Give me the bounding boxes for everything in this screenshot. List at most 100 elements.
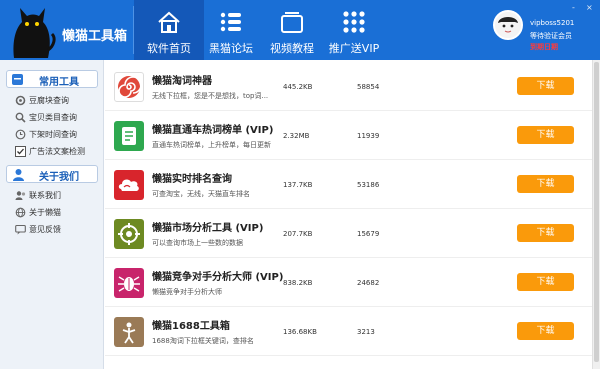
tool-tile[interactable] bbox=[114, 121, 144, 151]
username: vipboss5201 bbox=[530, 19, 575, 27]
section-title: 常用工具 bbox=[39, 77, 79, 88]
sidebar-item-label: 广告法文案检测 bbox=[29, 147, 85, 156]
expiry-link[interactable]: 到期日期 bbox=[530, 42, 558, 52]
globe-icon bbox=[15, 207, 26, 218]
tool-row: 懒猫实时排名查询 可查淘宝，无线，天猫直车排名 137.7KB 53186 下载 bbox=[105, 160, 592, 209]
tool-name[interactable]: 懒猫实时排名查询 bbox=[152, 170, 232, 185]
sidebar-item-tofu-query[interactable]: 豆腐块查询 bbox=[15, 95, 69, 109]
gear-icon bbox=[15, 95, 26, 106]
download-button[interactable]: 下载 bbox=[517, 322, 574, 340]
tool-name[interactable]: 懒猫淘词神器 bbox=[152, 72, 212, 87]
home-icon bbox=[158, 11, 180, 33]
tool-size: 838.2KB bbox=[283, 279, 313, 287]
nav-video[interactable]: 视频教程 bbox=[257, 0, 327, 60]
download-button[interactable]: 下载 bbox=[517, 126, 574, 144]
tool-download-count: 15679 bbox=[357, 230, 380, 238]
spiral-icon bbox=[118, 76, 142, 98]
nav-video-label: 视频教程 bbox=[270, 42, 314, 55]
minimize-button[interactable]: - bbox=[572, 3, 575, 12]
cat-logo-icon bbox=[13, 8, 56, 58]
sidebar-item-ad-law-check[interactable]: 广告法文案检测 bbox=[15, 146, 85, 160]
tool-description: 无线下拉框，您是不是想找，top词... bbox=[152, 92, 269, 100]
tool-name[interactable]: 懒猫直通车热词榜单 (VIP) bbox=[152, 121, 273, 136]
video-icon bbox=[281, 12, 303, 33]
tool-description: 懒猫竞争对手分析大师 bbox=[152, 288, 222, 296]
tools-icon bbox=[12, 74, 23, 85]
tool-download-count: 3213 bbox=[357, 328, 375, 336]
scrollbar[interactable] bbox=[592, 60, 600, 369]
tool-tile[interactable] bbox=[114, 170, 144, 200]
avatar-icon bbox=[495, 12, 521, 38]
top-bar: 懒猫工具箱 软件首页 黑猫论坛 视频教程 推广送VIP vipboss5201 … bbox=[0, 0, 600, 60]
figure-icon bbox=[122, 322, 136, 344]
sidebar-item-label: 关于懒猫 bbox=[29, 208, 61, 217]
scroll-icon bbox=[122, 127, 136, 145]
section-about-us[interactable]: 关于我们 bbox=[6, 165, 98, 183]
clock-icon bbox=[15, 129, 26, 140]
tool-description: 直通车热词榜单，上升榜单，每日更新 bbox=[152, 141, 271, 149]
tool-download-count: 11939 bbox=[357, 132, 380, 140]
nav-promo-vip[interactable]: 推广送VIP bbox=[319, 0, 389, 60]
nav-promo-vip-label: 推广送VIP bbox=[328, 42, 380, 55]
tool-download-count: 53186 bbox=[357, 181, 380, 189]
sidebar-item-label: 意见反馈 bbox=[29, 225, 61, 234]
sidebar-item-label: 宝贝类目查询 bbox=[29, 113, 77, 122]
sidebar-item-label: 豆腐块查询 bbox=[29, 96, 69, 105]
tool-row: 懒猫直通车热词榜单 (VIP) 直通车热词榜单，上升榜单，每日更新 2.32MB… bbox=[105, 111, 592, 160]
tool-description: 可查淘宝，无线，天猫直车排名 bbox=[152, 190, 250, 198]
scrollbar-thumb[interactable] bbox=[594, 62, 599, 362]
close-button[interactable]: × bbox=[586, 3, 593, 12]
tool-size: 2.32MB bbox=[283, 132, 310, 140]
tool-size: 207.7KB bbox=[283, 230, 313, 238]
sidebar-item-label: 下架时间查询 bbox=[29, 130, 77, 139]
tool-tile[interactable] bbox=[114, 72, 144, 102]
tool-tile[interactable] bbox=[114, 219, 144, 249]
target-icon bbox=[118, 223, 140, 245]
tool-name[interactable]: 懒猫1688工具箱 bbox=[152, 317, 230, 332]
tool-name[interactable]: 懒猫竞争对手分析大师 (VIP) bbox=[152, 268, 283, 283]
sidebar-item-category-query[interactable]: 宝贝类目查询 bbox=[15, 112, 77, 126]
forum-icon bbox=[220, 12, 241, 32]
search-icon bbox=[15, 112, 26, 123]
user-avatar[interactable] bbox=[493, 10, 523, 40]
app-title: 懒猫工具箱 bbox=[62, 29, 128, 44]
sidebar-item-feedback[interactable]: 意见反馈 bbox=[15, 224, 61, 238]
tool-row: 懒猫竞争对手分析大师 (VIP) 懒猫竞争对手分析大师 838.2KB 2468… bbox=[105, 258, 592, 307]
download-button[interactable]: 下载 bbox=[517, 175, 574, 193]
cloud-icon bbox=[118, 179, 139, 191]
contact-icon bbox=[15, 191, 26, 200]
section-common-tools[interactable]: 常用工具 bbox=[6, 70, 98, 88]
tool-row: 懒猫市场分析工具 (VIP) 可以查询市场上一些数的数据 207.7KB 156… bbox=[105, 209, 592, 258]
tool-download-count: 58854 bbox=[357, 83, 380, 91]
nav-home-label: 软件首页 bbox=[147, 42, 191, 55]
tool-name[interactable]: 懒猫市场分析工具 (VIP) bbox=[152, 219, 263, 234]
download-button[interactable]: 下载 bbox=[517, 77, 574, 95]
tool-size: 137.7KB bbox=[283, 181, 313, 189]
nav-forum[interactable]: 黑猫论坛 bbox=[196, 0, 266, 60]
bug-icon bbox=[118, 276, 140, 292]
section-title: 关于我们 bbox=[39, 172, 79, 183]
nav-home[interactable]: 软件首页 bbox=[134, 0, 204, 60]
nav-forum-label: 黑猫论坛 bbox=[209, 42, 253, 55]
tool-tile[interactable] bbox=[114, 268, 144, 298]
sidebar: 常用工具 豆腐块查询 宝贝类目查询 下架时间查询 广告法文案检测 关于我们 联系… bbox=[0, 60, 104, 369]
tool-row: 懒猫淘词神器 无线下拉框，您是不是想找，top词... 445.2KB 5885… bbox=[105, 62, 592, 111]
download-button[interactable]: 下载 bbox=[517, 273, 574, 291]
sidebar-item-delist-time[interactable]: 下架时间查询 bbox=[15, 129, 77, 143]
sidebar-item-about-lanmao[interactable]: 关于懒猫 bbox=[15, 207, 61, 221]
check-icon bbox=[15, 146, 26, 157]
tool-description: 可以查询市场上一些数的数据 bbox=[152, 239, 243, 247]
apps-icon bbox=[343, 11, 365, 33]
tool-size: 136.68KB bbox=[283, 328, 317, 336]
sidebar-item-label: 联系我们 bbox=[29, 191, 61, 200]
tool-size: 445.2KB bbox=[283, 83, 313, 91]
member-status: 等待验证会员 bbox=[530, 32, 572, 40]
tool-row: 懒猫1688工具箱 1688淘词下拉框关键词，查排名 136.68KB 3213… bbox=[105, 307, 592, 356]
tool-tile[interactable] bbox=[114, 317, 144, 347]
person-icon bbox=[13, 169, 24, 181]
tool-list: 懒猫淘词神器 无线下拉框，您是不是想找，top词... 445.2KB 5885… bbox=[105, 60, 592, 369]
sidebar-item-contact[interactable]: 联系我们 bbox=[15, 190, 61, 204]
tool-description: 1688淘词下拉框关键词，查排名 bbox=[152, 337, 254, 345]
download-button[interactable]: 下载 bbox=[517, 224, 574, 242]
tool-download-count: 24682 bbox=[357, 279, 380, 287]
